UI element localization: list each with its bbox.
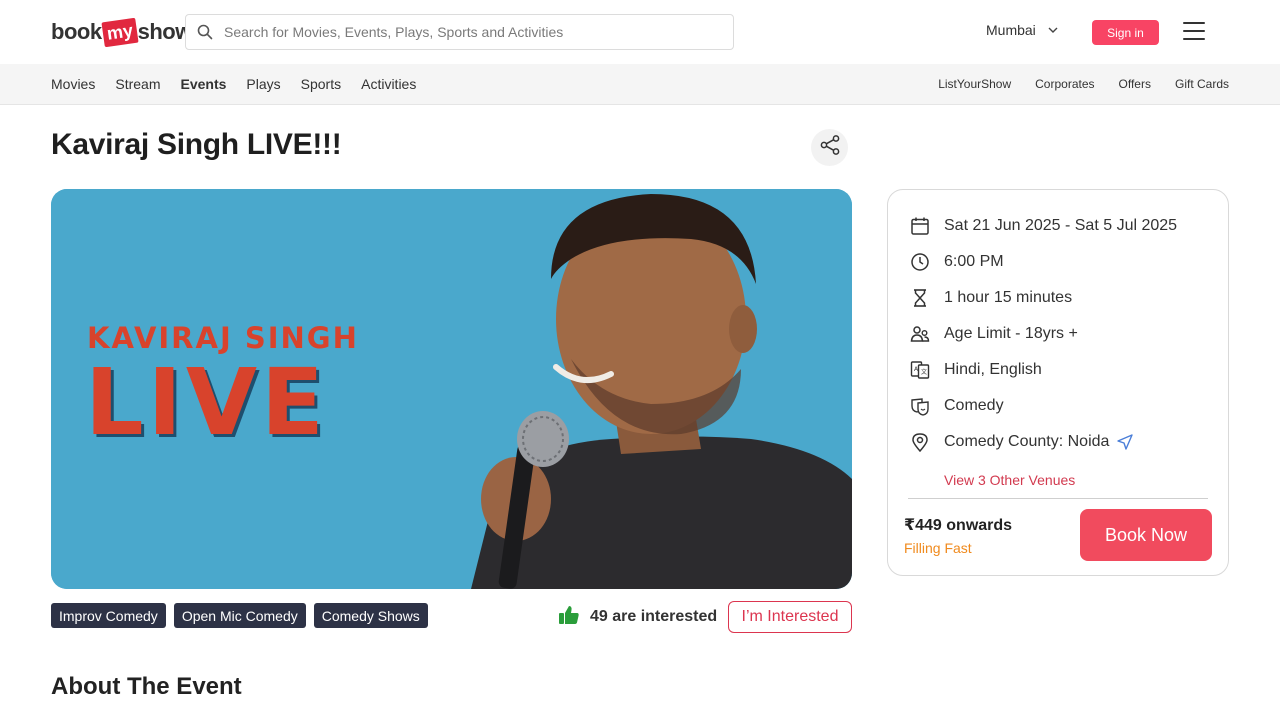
- tag-improv-comedy[interactable]: Improv Comedy: [51, 603, 166, 628]
- event-duration: 1 hour 15 minutes: [944, 289, 1073, 306]
- city-selector[interactable]: Mumbai: [986, 22, 1058, 38]
- event-banner-image: KAVIRAJ SINGH LIVE: [51, 189, 852, 589]
- hourglass-icon: [908, 286, 932, 310]
- nav-gift-cards[interactable]: Gift Cards: [1175, 77, 1229, 91]
- banner-live-text: LIVE: [85, 349, 328, 456]
- language-row: A文 Hindi, English: [908, 358, 1042, 382]
- event-age-limit: Age Limit - 18yrs +: [944, 325, 1078, 342]
- nav-activities[interactable]: Activities: [361, 76, 416, 92]
- nav-sports[interactable]: Sports: [301, 76, 341, 92]
- book-now-button[interactable]: Book Now: [1080, 509, 1212, 561]
- navigate-arrow-icon[interactable]: [1117, 434, 1134, 450]
- tag-open-mic-comedy[interactable]: Open Mic Comedy: [173, 603, 306, 628]
- sign-in-button[interactable]: Sign in: [1092, 20, 1159, 45]
- genre-row: Comedy: [908, 394, 1004, 418]
- search-icon: [186, 24, 224, 40]
- city-label: Mumbai: [986, 22, 1036, 38]
- search-bar[interactable]: [185, 14, 734, 50]
- nav-movies[interactable]: Movies: [51, 76, 95, 92]
- im-interested-button[interactable]: I’m Interested: [728, 601, 852, 633]
- event-languages: Hindi, English: [944, 361, 1042, 378]
- clock-icon: [908, 250, 932, 274]
- language-icon: A文: [908, 358, 932, 382]
- calendar-icon: [908, 214, 932, 238]
- interest-count: 49 are interested: [558, 605, 717, 629]
- interested-count-text: 49 are interested: [590, 608, 718, 625]
- genre-masks-icon: [908, 394, 932, 418]
- nav-events[interactable]: Events: [180, 76, 226, 92]
- event-time: 6:00 PM: [944, 253, 1004, 270]
- event-venue[interactable]: Comedy County: Noida: [944, 433, 1109, 451]
- genre-tags: Improv Comedy Open Mic Comedy Comedy Sho…: [51, 603, 436, 628]
- event-info-card: Sat 21 Jun 2025 - Sat 5 Jul 2025 6:00 PM…: [887, 189, 1229, 576]
- thumbs-up-icon: [558, 605, 580, 630]
- venue-row[interactable]: Comedy County: Noida: [908, 430, 1134, 454]
- price-text: ₹449 onwards: [904, 517, 1013, 534]
- logo-text-book: book: [51, 19, 102, 44]
- event-title: Kaviraj Singh LIVE!!!: [51, 128, 342, 161]
- date-row: Sat 21 Jun 2025 - Sat 5 Jul 2025: [908, 214, 1177, 238]
- share-button[interactable]: [811, 129, 848, 166]
- event-genre: Comedy: [944, 397, 1004, 414]
- bookmyshow-logo[interactable]: book my show: [51, 14, 192, 50]
- primary-nav: Movies Stream Events Plays Sports Activi…: [51, 64, 436, 104]
- about-event-heading: About The Event: [51, 673, 242, 700]
- hamburger-menu-icon[interactable]: [1183, 22, 1205, 40]
- people-icon: [908, 322, 932, 346]
- location-pin-icon: [908, 430, 932, 454]
- time-row: 6:00 PM: [908, 250, 1004, 274]
- search-input[interactable]: [224, 24, 704, 40]
- top-header: book my show Mumbai Sign in: [0, 0, 1280, 64]
- card-divider: [908, 498, 1208, 499]
- chevron-down-icon: [1048, 27, 1058, 34]
- share-icon: [819, 134, 841, 161]
- nav-corporates[interactable]: Corporates: [1035, 77, 1094, 91]
- nav-plays[interactable]: Plays: [246, 76, 280, 92]
- event-date: Sat 21 Jun 2025 - Sat 5 Jul 2025: [944, 217, 1178, 234]
- duration-row: 1 hour 15 minutes: [908, 286, 1072, 310]
- nav-listyourshow[interactable]: ListYourShow: [938, 77, 1011, 91]
- svg-text:文: 文: [921, 368, 927, 376]
- logo-text-show: show: [137, 19, 193, 44]
- tag-comedy-shows[interactable]: Comedy Shows: [313, 603, 428, 628]
- nav-stream[interactable]: Stream: [115, 76, 160, 92]
- view-other-venues-link[interactable]: View 3 Other Venues: [944, 472, 1075, 488]
- secondary-nav: ListYourShow Corporates Offers Gift Card…: [914, 64, 1229, 104]
- sub-navigation: Movies Stream Events Plays Sports Activi…: [0, 64, 1280, 105]
- age-limit-row: Age Limit - 18yrs +: [908, 322, 1078, 346]
- nav-offers[interactable]: Offers: [1119, 77, 1151, 91]
- logo-text-my: my: [100, 17, 139, 47]
- availability-status: Filling Fast: [904, 540, 972, 556]
